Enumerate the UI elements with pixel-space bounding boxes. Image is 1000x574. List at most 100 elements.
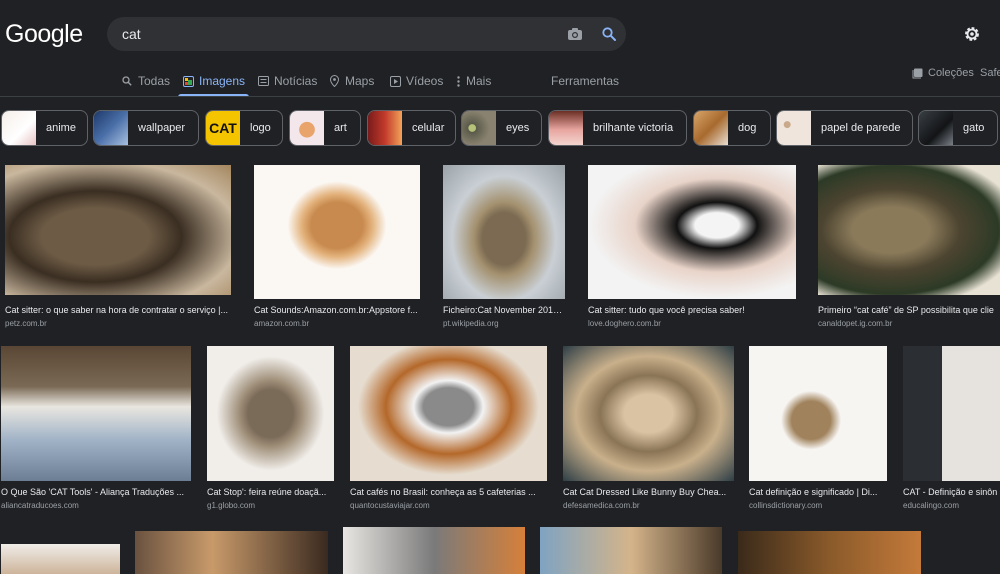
tab-label: Maps (345, 74, 375, 88)
result-source[interactable]: pt.wikipedia.org (443, 319, 499, 328)
search-icon[interactable] (592, 17, 626, 51)
result-caption[interactable]: Cat sitter: o que saber na hora de contr… (5, 305, 231, 315)
camera-icon[interactable] (558, 17, 592, 51)
collections-button[interactable]: Coleções (911, 58, 974, 88)
result-caption[interactable]: Cat Sounds:Amazon.com.br:Appstore f... (254, 305, 420, 315)
tab-noticias[interactable]: Notícias (257, 66, 317, 96)
result-caption[interactable]: O Que São 'CAT Tools' - Aliança Traduçõe… (1, 487, 191, 497)
image-result[interactable] (135, 531, 328, 574)
search-box[interactable]: cat (107, 17, 626, 51)
search-input[interactable]: cat (122, 26, 558, 42)
result-thumbnail[interactable] (818, 165, 1000, 295)
result-source[interactable]: g1.globo.com (207, 501, 255, 510)
chip-label: eyes (506, 122, 530, 134)
collections-icon (911, 67, 923, 79)
image-result[interactable] (343, 527, 525, 574)
tab-mais[interactable]: Mais (455, 66, 491, 96)
chip-celular[interactable]: celular (367, 110, 456, 146)
result-thumbnail[interactable] (350, 346, 547, 481)
image-result[interactable]: Cat cafés no Brasil: conheça as 5 cafete… (350, 346, 547, 514)
result-thumbnail[interactable] (443, 165, 565, 299)
tab-maps[interactable]: Maps (328, 66, 374, 96)
tab-label: Imagens (199, 74, 246, 88)
result-caption[interactable]: CAT - Definição e sinôn (903, 487, 1000, 497)
chip-brilhante-victoria[interactable]: brilhante victoria (548, 110, 687, 146)
result-thumbnail[interactable] (563, 346, 734, 481)
chip-label: brilhante victoria (593, 122, 674, 134)
chip-papel-de-parede[interactable]: papel de parede (776, 110, 913, 146)
chip-label: anime (46, 122, 76, 134)
image-result[interactable]: Cat definição e significado | Di... coll… (749, 346, 887, 514)
result-thumbnail[interactable] (135, 531, 328, 574)
image-result[interactable]: Ficheiro:Cat November 2010... pt.wikiped… (443, 165, 565, 330)
image-result[interactable]: O Que São 'CAT Tools' - Aliança Traduçõe… (1, 346, 191, 514)
chip-thumbnail (462, 111, 496, 145)
result-source[interactable]: canaldopet.ig.com.br (818, 319, 892, 328)
tab-imagens[interactable]: Imagens (177, 66, 250, 97)
result-thumbnail[interactable] (738, 531, 921, 574)
safesearch-button[interactable]: Safe (980, 58, 1000, 88)
news-icon (257, 75, 269, 87)
chip-logo[interactable]: CAT logo (205, 110, 283, 146)
result-caption[interactable]: Cat Cat Dressed Like Bunny Buy Chea... (563, 487, 734, 497)
tools-label: Ferramentas (551, 74, 620, 88)
result-thumbnail[interactable] (1, 544, 120, 574)
chip-art[interactable]: art (289, 110, 361, 146)
image-result[interactable]: CAT - Definição e sinôn educalingo.com (903, 346, 1000, 514)
result-thumbnail[interactable] (207, 346, 334, 481)
result-source[interactable]: amazon.com.br (254, 319, 309, 328)
chip-anime[interactable]: anime (1, 110, 88, 146)
result-thumbnail[interactable] (749, 346, 887, 481)
chip-thumbnail (290, 111, 324, 145)
result-caption[interactable]: Primeiro “cat café” de SP possibilita qu… (818, 305, 1000, 315)
result-source[interactable]: collinsdictionary.com (749, 501, 822, 510)
settings-gear-icon[interactable] (962, 24, 982, 44)
result-caption[interactable]: Cat definição e significado | Di... (749, 487, 887, 497)
result-thumbnail[interactable] (254, 165, 420, 299)
result-source[interactable]: petz.com.br (5, 319, 47, 328)
result-thumbnail[interactable] (5, 165, 231, 295)
chip-dog[interactable]: dog (693, 110, 771, 146)
google-logo[interactable]: Google (5, 20, 83, 49)
result-source[interactable]: defesamedica.com.br (563, 501, 639, 510)
result-caption[interactable]: Cat cafés no Brasil: conheça as 5 cafete… (350, 487, 547, 497)
result-thumbnail[interactable] (343, 527, 525, 574)
result-thumbnail[interactable] (903, 346, 1000, 481)
result-source[interactable]: love.doghero.com.br (588, 319, 661, 328)
tab-label: Vídeos (406, 74, 444, 88)
tools-button[interactable]: Ferramentas (551, 66, 619, 96)
image-result[interactable]: Cat Stop': feira reúne doaçã... g1.globo… (207, 346, 334, 514)
chip-label: wallpaper (138, 122, 186, 134)
chip-thumbnail (777, 111, 811, 145)
chip-wallpaper[interactable]: wallpaper (93, 110, 199, 146)
result-thumbnail[interactable] (1, 346, 191, 481)
chip-label: logo (250, 122, 271, 134)
image-result[interactable]: Cat sitter: o que saber na hora de contr… (5, 165, 231, 330)
result-thumbnail[interactable] (540, 527, 722, 574)
chip-eyes[interactable]: eyes (461, 110, 542, 146)
chip-gato[interactable]: gato (918, 110, 998, 146)
tab-todas[interactable]: Todas (121, 66, 170, 96)
image-result[interactable]: Cat Cat Dressed Like Bunny Buy Chea... d… (563, 346, 734, 514)
image-result[interactable]: Primeiro “cat café” de SP possibilita qu… (818, 165, 1000, 330)
image-result[interactable]: Cat Sounds:Amazon.com.br:Appstore f... a… (254, 165, 420, 330)
image-result[interactable]: Cat sitter: tudo que você precisa saber!… (588, 165, 796, 330)
result-source[interactable]: educalingo.com (903, 501, 959, 510)
chip-label: papel de parede (821, 122, 901, 134)
image-result[interactable] (1, 544, 120, 574)
result-source[interactable]: quantocustaviajar.com (350, 501, 430, 510)
collections-label: Coleções (928, 67, 974, 79)
image-result[interactable] (540, 527, 722, 574)
result-thumbnail[interactable] (588, 165, 796, 299)
result-source[interactable]: aliancatraducoes.com (1, 501, 79, 510)
result-caption[interactable]: Cat Stop': feira reúne doaçã... (207, 487, 334, 497)
tabs-divider (0, 96, 1000, 97)
image-result[interactable] (738, 531, 921, 574)
result-caption[interactable]: Cat sitter: tudo que você precisa saber! (588, 305, 796, 315)
tab-videos[interactable]: Vídeos (389, 66, 443, 96)
result-caption[interactable]: Ficheiro:Cat November 2010... (443, 305, 565, 315)
chip-thumbnail (694, 111, 728, 145)
map-pin-icon (328, 75, 340, 87)
image-icon (182, 75, 194, 87)
chip-label: gato (963, 122, 985, 134)
